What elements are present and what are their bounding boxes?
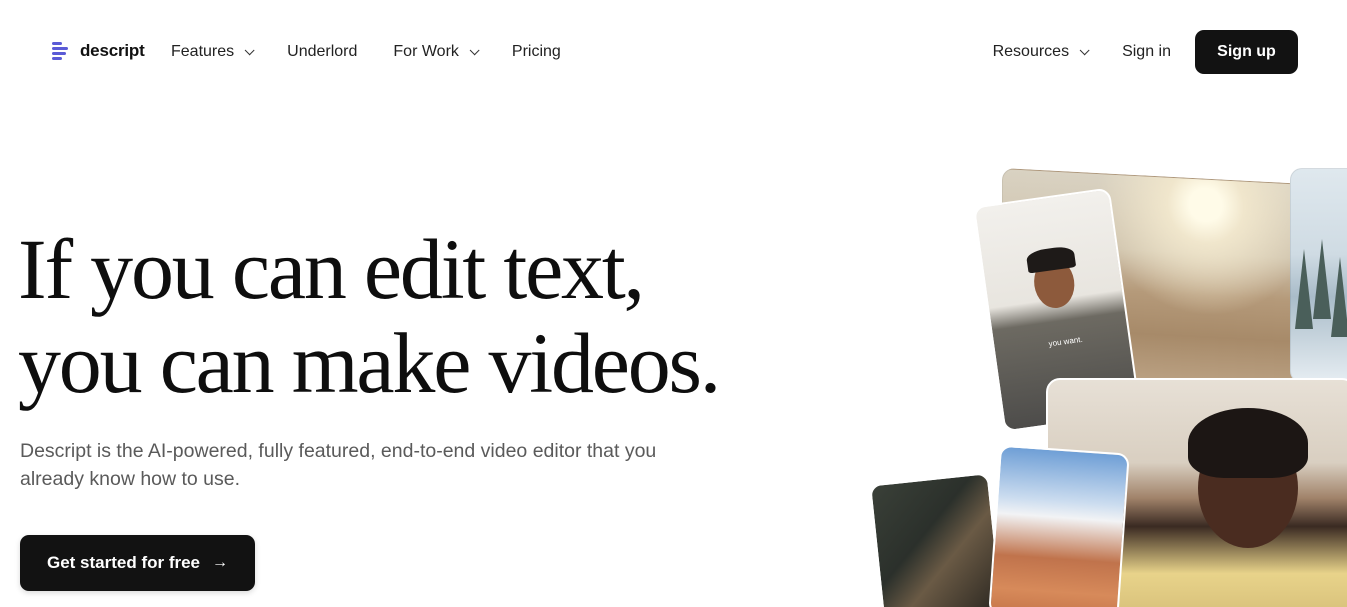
- nav-pricing-label: Pricing: [511, 43, 561, 60]
- sign-in-label: Sign in: [1122, 43, 1171, 60]
- nav-for-work-label: For Work: [393, 43, 459, 60]
- get-started-label: Get started for free: [46, 553, 201, 572]
- descript-logo-icon: [52, 40, 72, 62]
- hero-subcopy: Descript is the AI-powered, fully featur…: [20, 440, 657, 490]
- arrow-right-icon: →: [212, 554, 229, 571]
- logo-text: descript: [80, 41, 145, 60]
- nav-pricing[interactable]: Pricing: [512, 43, 561, 61]
- hero-headline: If you can edit text, you can make video…: [18, 221, 721, 411]
- desert-landscape-video-thumbnail: [988, 444, 1130, 607]
- headline-line-2: you can make videos.: [18, 315, 721, 411]
- video-caption: you want.: [1048, 334, 1084, 349]
- nav-underlord-label: Underlord: [287, 43, 358, 60]
- tree-shape: [1295, 249, 1313, 329]
- chevron-down-icon: [469, 44, 480, 55]
- get-started-button[interactable]: Get started for free →: [20, 535, 255, 591]
- sign-in-link[interactable]: Sign in: [1122, 43, 1171, 61]
- primary-nav: Features Underlord For Work Pricing: [171, 40, 561, 64]
- chevron-down-icon: [244, 44, 255, 55]
- snowy-forest-video-thumbnail: [1290, 168, 1347, 383]
- nav-resources[interactable]: Resources: [992, 43, 1090, 61]
- nav-for-work[interactable]: For Work: [393, 43, 480, 61]
- headline-line-1: If you can edit text,: [18, 221, 645, 317]
- nav-features[interactable]: Features: [171, 43, 255, 61]
- person-hair: [1188, 408, 1308, 478]
- logo[interactable]: descript: [52, 40, 145, 62]
- nav-features-label: Features: [171, 43, 235, 60]
- chevron-down-icon: [1079, 44, 1090, 55]
- tree-shape: [1313, 239, 1331, 319]
- nav-underlord[interactable]: Underlord: [287, 43, 357, 61]
- tree-shape: [1331, 257, 1347, 337]
- hands-closeup-video-thumbnail: [869, 472, 1003, 607]
- sign-up-label: Sign up: [1217, 43, 1276, 60]
- secondary-nav: Resources Sign in Sign up: [993, 30, 1298, 74]
- sign-up-button[interactable]: Sign up: [1195, 30, 1298, 74]
- nav-resources-label: Resources: [992, 43, 1070, 60]
